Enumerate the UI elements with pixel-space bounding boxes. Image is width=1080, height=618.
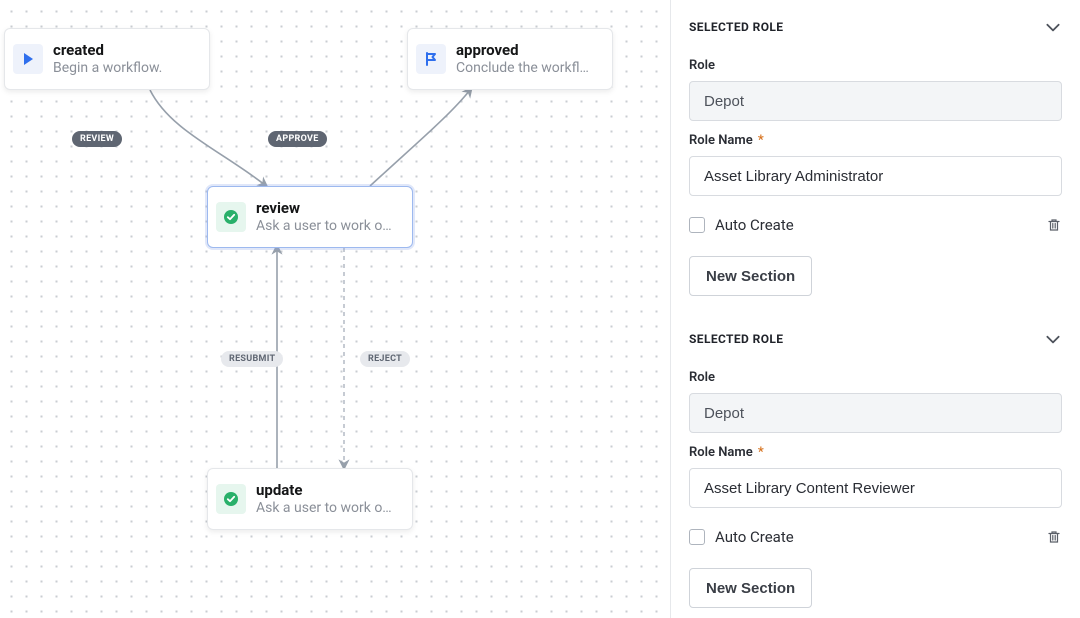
- node-title: update: [256, 481, 392, 499]
- check-circle-icon: [216, 484, 246, 514]
- new-section-button[interactable]: New Section: [689, 256, 812, 296]
- auto-create-checkbox[interactable]: [689, 529, 705, 545]
- node-subtitle: Ask a user to work o…: [256, 217, 392, 235]
- properties-sidebar[interactable]: SELECTED ROLE Role Role Name * Auto Crea…: [670, 0, 1080, 618]
- role-input[interactable]: [689, 81, 1062, 121]
- workflow-canvas[interactable]: created Begin a workflow. approved Concl…: [0, 0, 670, 618]
- section-title: SELECTED ROLE: [689, 332, 783, 346]
- trash-icon[interactable]: [1046, 529, 1062, 545]
- node-created[interactable]: created Begin a workflow.: [4, 28, 210, 90]
- edge-label-review[interactable]: REVIEW: [72, 131, 122, 147]
- role-name-label: Role Name *: [689, 445, 1062, 460]
- node-subtitle: Begin a workflow.: [53, 59, 162, 77]
- role-name-label: Role Name *: [689, 133, 1062, 148]
- auto-create-label: Auto Create: [715, 528, 794, 546]
- node-review[interactable]: review Ask a user to work o…: [207, 186, 413, 248]
- role-name-input[interactable]: [689, 468, 1062, 508]
- selected-role-section: SELECTED ROLE Role Role Name * Auto Crea…: [671, 0, 1080, 312]
- section-header[interactable]: SELECTED ROLE: [689, 0, 1062, 46]
- edge-label-reject[interactable]: REJECT: [360, 351, 410, 367]
- node-title: created: [53, 41, 162, 59]
- play-icon: [13, 44, 43, 74]
- node-title: review: [256, 199, 392, 217]
- chevron-down-icon: [1044, 18, 1062, 36]
- edge-label-approve[interactable]: APPROVE: [268, 131, 327, 147]
- node-subtitle: Ask a user to work o…: [256, 499, 392, 517]
- section-header[interactable]: SELECTED ROLE: [689, 312, 1062, 358]
- auto-create-checkbox[interactable]: [689, 217, 705, 233]
- node-update[interactable]: update Ask a user to work o…: [207, 468, 413, 530]
- check-circle-icon: [216, 202, 246, 232]
- chevron-down-icon: [1044, 330, 1062, 348]
- trash-icon[interactable]: [1046, 217, 1062, 233]
- node-title: approved: [456, 41, 589, 59]
- edge-label-resubmit[interactable]: RESUBMIT: [221, 351, 283, 367]
- role-name-input[interactable]: [689, 156, 1062, 196]
- node-approved[interactable]: approved Conclude the workfl…: [407, 28, 613, 90]
- section-title: SELECTED ROLE: [689, 20, 783, 34]
- flag-icon: [416, 44, 446, 74]
- selected-role-section: SELECTED ROLE Role Role Name * Auto Crea…: [671, 312, 1080, 618]
- auto-create-label: Auto Create: [715, 216, 794, 234]
- role-input[interactable]: [689, 393, 1062, 433]
- new-section-button[interactable]: New Section: [689, 568, 812, 608]
- role-label: Role: [689, 58, 1062, 73]
- node-subtitle: Conclude the workfl…: [456, 59, 589, 77]
- role-label: Role: [689, 370, 1062, 385]
